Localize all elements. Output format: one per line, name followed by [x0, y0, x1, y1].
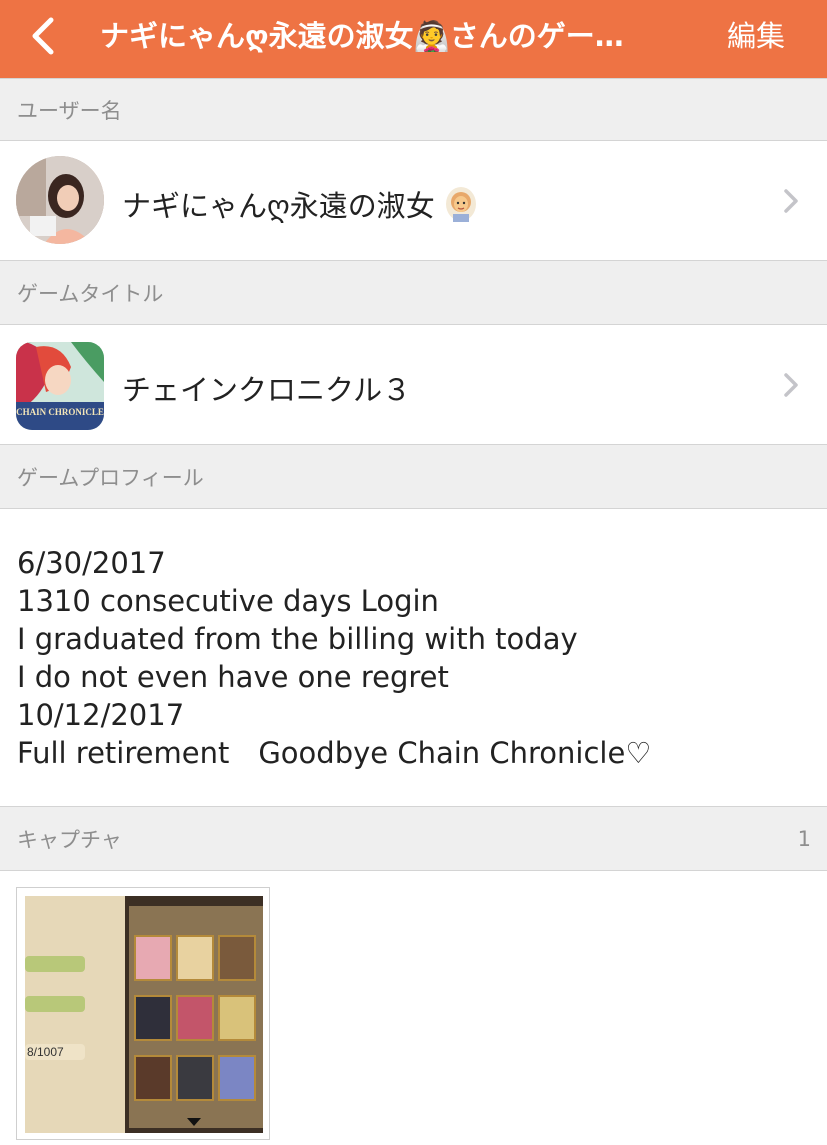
game-title: チェインクロニクル３ — [122, 373, 412, 407]
chevron-right-icon — [784, 189, 798, 213]
section-header-label: ユーザー名 — [17, 98, 122, 123]
game-icon-text: CHAIN CHRONICLE — [16, 407, 104, 417]
chain-chronicle-app-icon: CHAIN CHRONICLE — [16, 342, 104, 430]
avatar — [16, 156, 104, 244]
game-profile-text: 6/30/2017 1310 consecutive days Login I … — [17, 546, 652, 770]
section-header-label: ゲームプロフィール — [17, 465, 204, 490]
navigation-bar: ナギにゃんღ永遠の淑女👰さんのゲー… 編集 — [0, 0, 827, 78]
chevron-left-icon — [32, 17, 54, 55]
section-header-label: ゲームタイトル — [17, 281, 164, 306]
game-screenshot-thumbnail: 8/1007 — [25, 896, 263, 1133]
section-header-capture: キャプチャ 1 — [0, 806, 827, 871]
user-name: ナギにゃんღ永遠の淑女 — [122, 183, 478, 225]
section-header-game-profile: ゲームプロフィール — [0, 444, 827, 509]
user-row[interactable]: ナギにゃんღ永遠の淑女 — [0, 141, 827, 260]
section-header-username: ユーザー名 — [0, 78, 827, 141]
game-icon: CHAIN CHRONICLE — [16, 342, 104, 430]
user-avatar-photo-icon — [16, 156, 104, 244]
bride-emoji-icon — [446, 187, 477, 222]
capture-count: 1 — [797, 826, 811, 851]
game-row[interactable]: CHAIN CHRONICLE チェインクロニクル３ — [0, 325, 827, 444]
user-name-text: ナギにゃんღ永遠の淑女 — [122, 189, 435, 223]
chevron-right-icon — [784, 373, 798, 397]
capture-thumbnail[interactable]: 8/1007 — [16, 887, 270, 1140]
page-title: ナギにゃんღ永遠の淑女👰さんのゲー… — [100, 19, 624, 53]
edit-button[interactable]: 編集 — [727, 14, 785, 58]
back-button[interactable] — [20, 14, 64, 58]
section-header-label: キャプチャ — [17, 827, 122, 852]
capture-counter-text: 8/1007 — [27, 1045, 64, 1059]
section-header-game-title: ゲームタイトル — [0, 260, 827, 325]
game-screenshot-icon: 8/1007 — [25, 896, 263, 1133]
